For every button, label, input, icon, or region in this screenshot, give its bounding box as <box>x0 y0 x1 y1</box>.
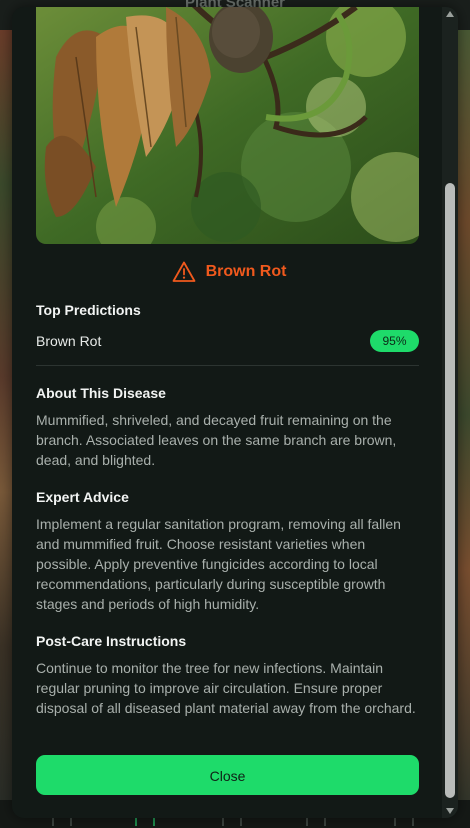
scroll-down-arrow-icon[interactable] <box>446 808 454 814</box>
diagnosis-title: Brown Rot <box>12 260 446 284</box>
plant-photo-image <box>36 7 419 244</box>
confidence-badge: 95% <box>370 330 419 352</box>
modal-scroll-area[interactable]: Brown Rot Top Predictions Brown Rot 95% … <box>12 7 458 818</box>
plant-photo <box>36 7 419 244</box>
top-predictions-heading: Top Predictions <box>36 302 141 318</box>
expert-advice-heading: Expert Advice <box>36 489 129 505</box>
expert-advice-text: Implement a regular sanitation program, … <box>36 516 401 612</box>
about-text: Mummified, shriveled, and decayed fruit … <box>36 412 397 468</box>
divider <box>36 365 419 366</box>
background-photo-left-edge <box>0 30 12 800</box>
disease-name: Brown Rot <box>205 263 287 280</box>
scrollbar[interactable] <box>442 7 458 818</box>
background-photo-right-edge <box>458 30 470 800</box>
prediction-row: Brown Rot 95% <box>36 330 419 352</box>
warning-triangle-icon <box>172 261 195 282</box>
post-care-heading: Post-Care Instructions <box>36 633 187 649</box>
scroll-up-arrow-icon[interactable] <box>446 11 454 17</box>
post-care-text: Continue to monitor the tree for new inf… <box>36 660 416 716</box>
prediction-label: Brown Rot <box>36 333 102 349</box>
scrollbar-thumb[interactable] <box>445 183 455 798</box>
diagnosis-modal: Brown Rot Top Predictions Brown Rot 95% … <box>12 7 458 818</box>
about-heading: About This Disease <box>36 385 166 401</box>
close-button[interactable]: Close <box>36 755 419 795</box>
